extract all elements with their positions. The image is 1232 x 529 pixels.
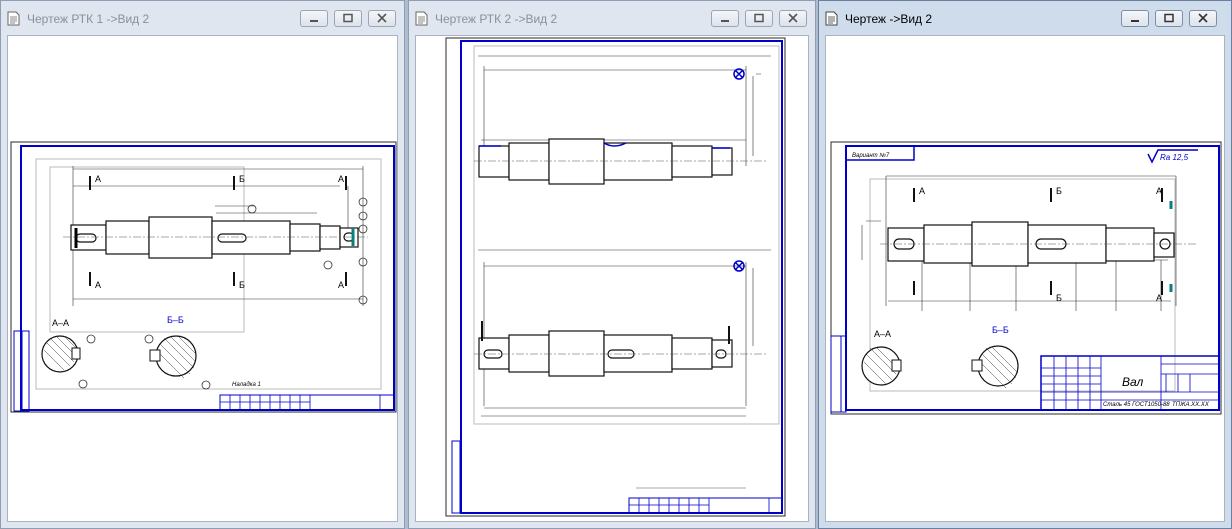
section-label-a2-bottom: А <box>338 280 344 290</box>
drawing-window-main[interactable]: Чертеж ->Вид 2 Вариант №7 Ra 12,5 А Б Б … <box>818 0 1232 529</box>
window-titlebar[interactable]: Чертеж РТК 1 ->Вид 2 <box>1 1 404 35</box>
drawing-canvas[interactable]: Вариант №7 Ra 12,5 А Б Б А А А–А Б–Б Вал… <box>825 35 1225 522</box>
title-block-material: Сталь 45 ГОСТ1050-88 <box>1103 402 1170 408</box>
shaft-drawing-rtk1: А А Б Б А А А–А Б–Б Наладка 1 <box>10 141 397 413</box>
section-label-a-bottom: А <box>95 280 101 290</box>
minimize-button[interactable] <box>300 10 328 27</box>
minimize-button[interactable] <box>711 10 739 27</box>
window-title: Чертеж РТК 1 ->Вид 2 <box>27 12 150 26</box>
close-button[interactable] <box>779 10 807 27</box>
section-label-a2: А <box>1156 186 1162 196</box>
section-label-a2: А <box>338 174 344 184</box>
maximize-button[interactable] <box>334 10 362 27</box>
section-label-a: А <box>919 186 925 196</box>
maximize-button[interactable] <box>1155 10 1183 27</box>
drawing-window-rtk2[interactable]: Чертеж РТК 2 ->Вид 2 <box>408 0 816 529</box>
shaft-drawing-main: Вариант №7 Ra 12,5 А Б Б А А А–А Б–Б Вал… <box>830 141 1222 415</box>
document-icon <box>7 11 20 26</box>
drawing-canvas[interactable]: А А Б Б А А А–А Б–Б Наладка 1 <box>7 35 398 522</box>
close-button[interactable] <box>368 10 396 27</box>
title-block-code: ТПЖА.ХХ.ХХ <box>1172 402 1210 408</box>
drawing-window-rtk1[interactable]: Чертеж РТК 1 ->Вид 2 А А Б Б А А А–А Б–Б… <box>0 0 405 529</box>
window-title: Чертеж РТК 2 ->Вид 2 <box>435 12 558 26</box>
section-bb-title: Б–Б <box>167 315 184 325</box>
section-bb-title: Б–Б <box>992 325 1009 335</box>
section-label-b-bottom: Б <box>1056 293 1062 303</box>
section-label-b: Б <box>239 174 245 184</box>
document-icon <box>825 11 838 26</box>
section-label-b-bottom: Б <box>239 280 245 290</box>
section-aa-title: А–А <box>52 318 69 328</box>
section-aa-title: А–А <box>874 329 891 339</box>
shaft-drawing-rtk2 <box>445 37 786 517</box>
drawing-canvas[interactable] <box>415 35 809 522</box>
window-titlebar[interactable]: Чертеж РТК 2 ->Вид 2 <box>409 1 815 35</box>
section-label-a: А <box>95 174 101 184</box>
maximize-button[interactable] <box>745 10 773 27</box>
document-icon <box>415 11 428 26</box>
setup-note: Наладка 1 <box>232 382 261 388</box>
window-title: Чертеж ->Вид 2 <box>845 12 933 26</box>
close-button[interactable] <box>1189 10 1217 27</box>
minimize-button[interactable] <box>1121 10 1149 27</box>
title-block-name: Вал <box>1122 375 1144 389</box>
window-titlebar[interactable]: Чертеж ->Вид 2 <box>819 1 1231 35</box>
roughness-label: Ra 12,5 <box>1160 153 1189 162</box>
section-label-a2-bottom: А <box>1156 293 1162 303</box>
section-label-b: Б <box>1056 186 1062 196</box>
variant-label: Вариант №7 <box>852 152 890 159</box>
